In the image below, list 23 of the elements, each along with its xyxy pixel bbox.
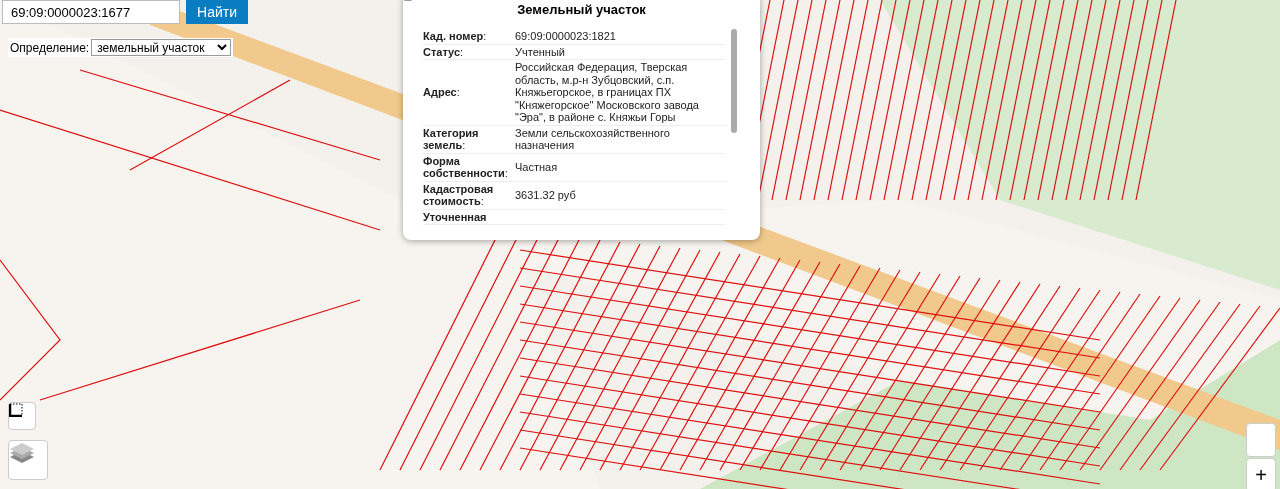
definition-dropdown[interactable]: земельный участок xyxy=(91,39,232,56)
field-label: Статус: xyxy=(423,45,465,58)
field-value: Российская Федерация, Тверская область, м.р-н Зубцовский, с.п. Княжьегорское, в границах ПХ "Княжегорское" Московского завода "Эра", в районе с. Княжьи Горы xyxy=(515,61,700,124)
field-value: Частная xyxy=(515,160,559,174)
popup-title: Земельный участок xyxy=(516,2,647,17)
zoom-in-button[interactable]: + xyxy=(1246,458,1276,489)
field-value: 3631.32 руб xyxy=(515,188,577,202)
field-label: Кадастровая стоимость: xyxy=(423,182,495,208)
layers-button[interactable] xyxy=(8,440,48,480)
measure-button[interactable] xyxy=(8,402,36,430)
cadastral-number-field[interactable]: 69:09:0000023:1677 xyxy=(2,0,180,24)
field-label: Форма собственности: xyxy=(423,154,509,180)
field-label: Кад. номер: xyxy=(423,30,488,43)
find-button[interactable]: Найти xyxy=(186,0,248,24)
field-value: Земли сельскохозяйственного назначения xyxy=(515,126,671,152)
field-label: Уточненная xyxy=(423,210,488,223)
field-label: Категория земель: xyxy=(423,126,480,152)
definition-label: Определение: xyxy=(10,40,90,55)
field-value: 69:09:0000023:1821 xyxy=(515,30,617,43)
field-label: Адрес: xyxy=(423,86,461,99)
frame-icon xyxy=(9,403,23,417)
field-value: Учтенный xyxy=(515,45,566,58)
layers-icon xyxy=(9,441,35,465)
